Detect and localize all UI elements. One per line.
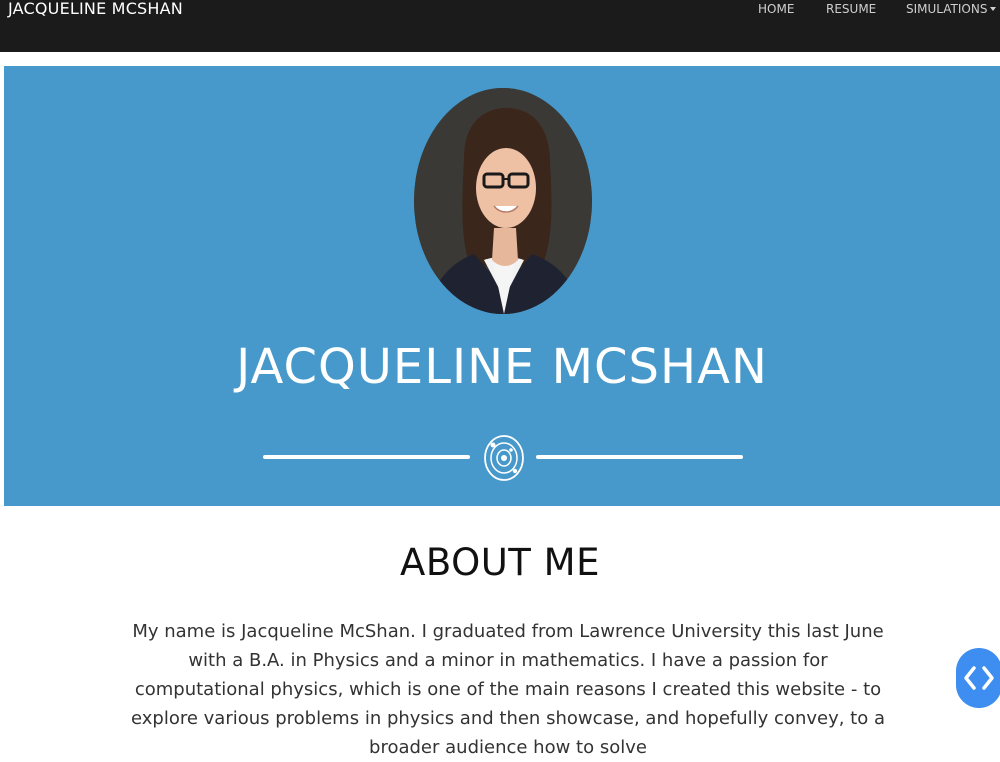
nav-link-simulations-label: SIMULATIONS [906, 2, 988, 16]
hero-title: JACQUELINE MCSHAN [236, 339, 768, 395]
about-title: ABOUT ME [400, 541, 600, 584]
about-paragraph: My name is Jacqueline McShan. I graduate… [130, 621, 885, 758]
chevron-down-icon [990, 7, 997, 11]
atom-orbit-icon [484, 435, 524, 481]
profile-photo [414, 88, 592, 314]
code-brackets-icon [964, 666, 994, 690]
divider-line-right [536, 455, 743, 459]
nav-link-simulations[interactable]: SIMULATIONS [906, 2, 997, 16]
code-toggle-button[interactable] [956, 648, 1000, 708]
nav-link-home[interactable]: HOME [758, 2, 794, 16]
divider-line-left [263, 455, 470, 459]
hero-section: JACQUELINE MCSHAN [4, 66, 1000, 506]
top-navbar: JACQUELINE MCSHAN HOME RESUME SIMULATION… [0, 0, 1000, 52]
navbar-brand[interactable]: JACQUELINE MCSHAN [8, 0, 183, 18]
nav-link-resume[interactable]: RESUME [826, 2, 876, 16]
profile-photo-image [414, 88, 592, 314]
